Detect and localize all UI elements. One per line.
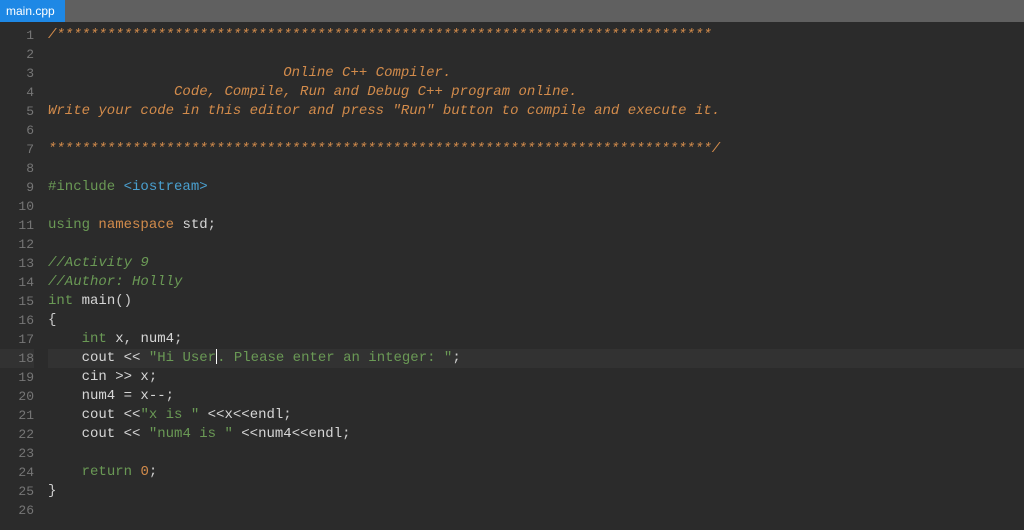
code-line	[48, 444, 1024, 463]
code-line	[48, 159, 1024, 178]
code-line: /***************************************…	[48, 26, 1024, 45]
code-line	[48, 501, 1024, 520]
line-number: 13	[0, 254, 34, 273]
line-number: 15	[0, 292, 34, 311]
code-line: cout <<"x is " <<x<<endl;	[48, 406, 1024, 425]
line-number: 20	[0, 387, 34, 406]
line-number-gutter: 1 2 3 4 5 6 7 8 9 10 11 12 13 14 15 16 1…	[0, 22, 40, 530]
line-number: 14	[0, 273, 34, 292]
line-number: 7	[0, 140, 34, 159]
line-number: 26	[0, 501, 34, 520]
code-line: //Author: Hollly	[48, 273, 1024, 292]
line-number: 23	[0, 444, 34, 463]
line-number: 2	[0, 45, 34, 64]
line-number: 25	[0, 482, 34, 501]
code-line: cout << "num4 is " <<num4<<endl;	[48, 425, 1024, 444]
code-line: int main()	[48, 292, 1024, 311]
line-number: 18	[0, 349, 34, 368]
line-number: 21	[0, 406, 34, 425]
code-area[interactable]: /***************************************…	[40, 22, 1024, 530]
code-line: }	[48, 482, 1024, 501]
code-line: return 0;	[48, 463, 1024, 482]
code-line: cin >> x;	[48, 368, 1024, 387]
line-number: 5	[0, 102, 34, 121]
line-number: 12	[0, 235, 34, 254]
code-line: Online C++ Compiler.	[48, 64, 1024, 83]
code-line: num4 = x--;	[48, 387, 1024, 406]
code-line	[48, 45, 1024, 64]
code-line: using namespace std;	[48, 216, 1024, 235]
line-number: 10	[0, 197, 34, 216]
code-line: ****************************************…	[48, 140, 1024, 159]
code-line: //Activity 9	[48, 254, 1024, 273]
line-number: 24	[0, 463, 34, 482]
line-number: 6	[0, 121, 34, 140]
code-line: #include <iostream>	[48, 178, 1024, 197]
code-line-active: cout << "Hi User. Please enter an intege…	[48, 349, 1024, 368]
code-line	[48, 121, 1024, 140]
code-editor[interactable]: 1 2 3 4 5 6 7 8 9 10 11 12 13 14 15 16 1…	[0, 22, 1024, 530]
line-number: 9	[0, 178, 34, 197]
line-number: 4	[0, 83, 34, 102]
line-number: 8	[0, 159, 34, 178]
line-number: 19	[0, 368, 34, 387]
line-number: 17	[0, 330, 34, 349]
line-number: 16	[0, 311, 34, 330]
line-number: 22	[0, 425, 34, 444]
line-number: 3	[0, 64, 34, 83]
code-line: Code, Compile, Run and Debug C++ program…	[48, 83, 1024, 102]
code-line: {	[48, 311, 1024, 330]
line-number: 11	[0, 216, 34, 235]
line-number: 1	[0, 26, 34, 45]
code-line: int x, num4;	[48, 330, 1024, 349]
code-line: Write your code in this editor and press…	[48, 102, 1024, 121]
code-line	[48, 235, 1024, 254]
tab-bar: main.cpp	[0, 0, 1024, 22]
code-line	[48, 197, 1024, 216]
tab-main-cpp[interactable]: main.cpp	[0, 0, 65, 22]
